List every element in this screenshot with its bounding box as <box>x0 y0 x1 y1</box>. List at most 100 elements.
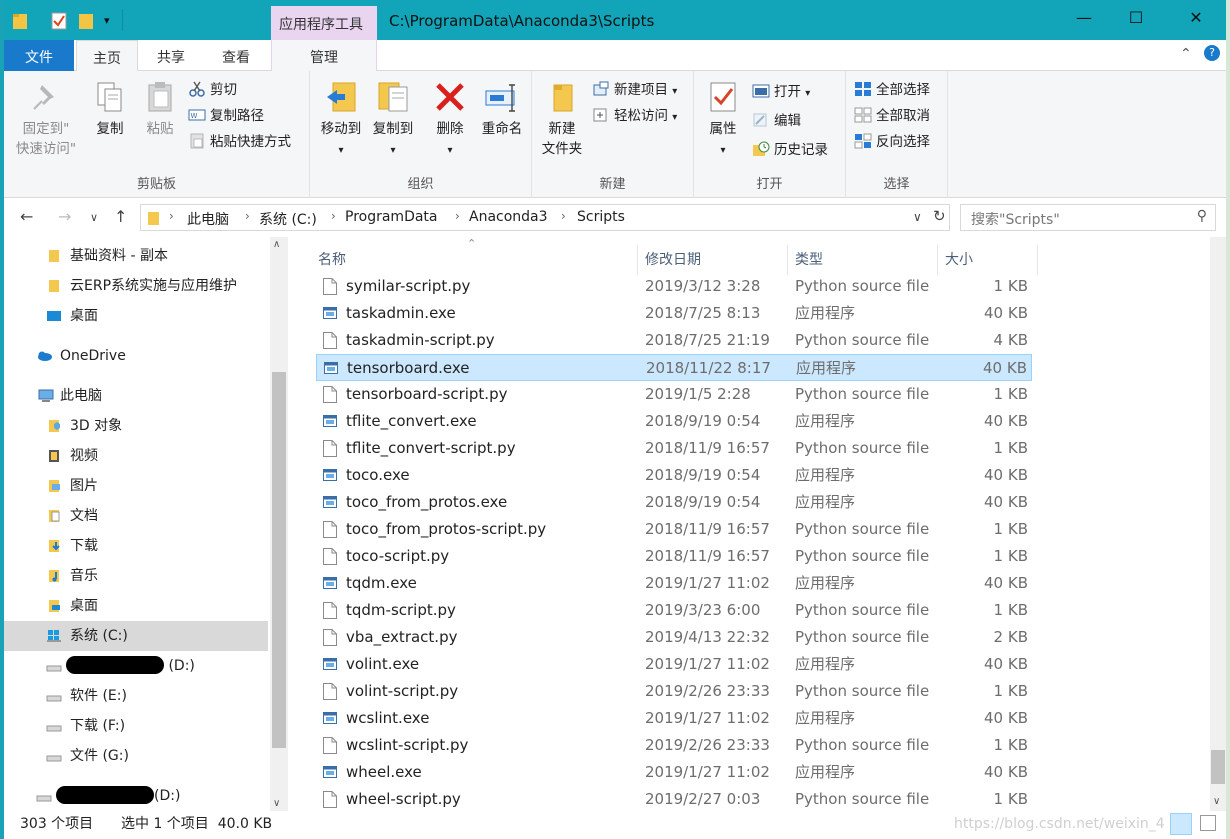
column-divider[interactable] <box>787 245 788 275</box>
nav-item-drive-e[interactable]: 软件 (E:) <box>4 681 268 711</box>
nav-item-desktop-quick[interactable]: 桌面 <box>4 301 268 331</box>
tab-view[interactable]: 查看 <box>206 40 266 71</box>
large-icons-view-icon[interactable] <box>1200 815 1216 831</box>
maximize-button[interactable]: ☐ <box>1116 8 1156 27</box>
search-input[interactable]: 搜索"Scripts" ⚲ <box>960 204 1216 231</box>
paste-shortcut-button[interactable]: 粘贴快捷方式 <box>188 131 291 153</box>
nav-item-drive-f[interactable]: 下载 (F:) <box>4 711 268 741</box>
cut-button[interactable]: 剪切 <box>188 79 237 101</box>
table-row[interactable]: taskadmin.exe 2018/7/25 8:13 应用程序 40 KB <box>316 300 1032 327</box>
nav-item-music[interactable]: 音乐 <box>4 561 268 591</box>
column-header-name[interactable]: 名称 <box>318 245 634 275</box>
column-header-date[interactable]: 修改日期 <box>645 245 785 275</box>
column-divider[interactable] <box>1037 245 1038 275</box>
nav-item-desktop[interactable]: 桌面 <box>4 591 268 621</box>
breadcrumb-this-pc[interactable]: 此电脑 <box>187 209 229 229</box>
paste-button[interactable]: 粘贴 <box>138 77 182 139</box>
copy-to-button[interactable]: 复制到 ▾ <box>368 77 418 161</box>
open-button[interactable]: 打开 ▾ <box>752 81 810 103</box>
breadcrumb-programdata[interactable]: ProgramData <box>345 209 438 225</box>
table-row[interactable]: tensorboard-script.py 2019/1/5 2:28 Python… <box>316 381 1032 408</box>
select-all-button[interactable]: 全部选择 <box>854 79 930 101</box>
nav-item-this-pc[interactable]: 此电脑 <box>4 381 268 411</box>
column-divider[interactable] <box>937 245 938 275</box>
details-view-icon[interactable] <box>1170 813 1192 835</box>
close-button[interactable]: ✕ <box>1176 8 1216 27</box>
breadcrumb-system-c[interactable]: 系统 (C:) <box>259 209 317 229</box>
back-arrow-icon[interactable]: ← <box>20 207 33 226</box>
nav-item-cloud-erp[interactable]: 云ERP系统实施与应用维护 <box>4 271 268 301</box>
column-header-type[interactable]: 类型 <box>795 245 935 275</box>
select-none-button[interactable]: 全部取消 <box>854 105 930 127</box>
table-row[interactable]: tqdm-script.py 2019/3/23 6:00 Python sourc… <box>316 597 1032 624</box>
easy-access-button[interactable]: 轻松访问 ▾ <box>592 105 677 127</box>
collapse-ribbon-icon[interactable]: ⌃ <box>1180 46 1192 62</box>
table-row[interactable]: wcslint.exe 2019/1/27 11:02 应用程序 40 KB <box>316 705 1032 732</box>
folder-icon[interactable] <box>12 10 30 32</box>
forward-arrow-icon[interactable]: → <box>58 207 71 226</box>
table-row[interactable]: toco-script.py 2018/11/9 16:57 Python sour… <box>316 543 1032 570</box>
new-item-button[interactable]: 新建项目 ▾ <box>592 79 677 101</box>
column-header-size[interactable]: 大小 <box>945 245 1035 275</box>
scroll-down-icon[interactable]: ∨ <box>1213 796 1220 807</box>
file-list-scrollbar[interactable]: ∨ <box>1210 237 1226 811</box>
nav-item-pictures[interactable]: 图片 <box>4 471 268 501</box>
table-row[interactable]: tflite_convert-script.py 2018/11/9 16:57 P… <box>316 435 1032 462</box>
column-divider[interactable] <box>637 245 638 275</box>
nav-item-drive-g[interactable]: 文件 (G:) <box>4 741 268 771</box>
address-dropdown-icon[interactable]: ∨ <box>913 210 922 224</box>
up-arrow-icon[interactable]: ↑ <box>114 207 127 226</box>
edit-button[interactable]: 编辑 <box>752 110 801 132</box>
rename-button[interactable]: 重命名 <box>476 77 528 139</box>
nav-item-base-data-copy[interactable]: 基础资料 - 副本 <box>4 241 268 271</box>
nav-item-system-c[interactable]: 系统 (C:) <box>4 621 268 651</box>
table-row[interactable]: taskadmin-script.py 2018/7/25 21:19 Python… <box>316 327 1032 354</box>
nav-item-documents[interactable]: 文档 <box>4 501 268 531</box>
nav-item-drive-d-2[interactable]: (D:) <box>4 781 268 811</box>
history-button[interactable]: 历史记录 <box>752 139 828 161</box>
table-row[interactable]: wheel-script.py 2019/2/27 0:03 Python sour… <box>316 786 1032 811</box>
table-row[interactable]: tensorboard.exe 2018/11/22 8:17 应用程序 40 KB <box>316 354 1032 381</box>
table-row[interactable]: volint.exe 2019/1/27 11:02 应用程序 40 KB <box>316 651 1032 678</box>
move-to-button[interactable]: 移动到 ▾ <box>316 77 366 161</box>
new-folder-icon[interactable] <box>78 10 96 32</box>
help-icon[interactable]: ? <box>1204 45 1220 61</box>
scroll-up-icon[interactable]: ∧ <box>273 239 280 250</box>
scroll-down-icon[interactable]: ∨ <box>273 798 280 809</box>
file-list-scroll-thumb[interactable] <box>1211 750 1225 784</box>
tab-home[interactable]: 主页 <box>76 40 138 72</box>
table-row[interactable]: wheel.exe 2019/1/27 11:02 应用程序 40 KB <box>316 759 1032 786</box>
properties-check-icon[interactable] <box>50 10 68 32</box>
address-bar[interactable]: › 此电脑 › 系统 (C:) › ProgramData › Anaconda… <box>140 204 950 231</box>
nav-item-downloads[interactable]: 下载 <box>4 531 268 561</box>
breadcrumb-anaconda3[interactable]: Anaconda3 <box>469 209 548 225</box>
table-row[interactable]: toco_from_protos.exe 2018/9/19 0:54 应用程序 40… <box>316 489 1032 516</box>
nav-pane-scroll-thumb[interactable] <box>272 372 286 748</box>
table-row[interactable]: toco_from_protos-script.py 2018/11/9 16:5… <box>316 516 1032 543</box>
table-row[interactable]: vba_extract.py 2019/4/13 22:32 Python sour… <box>316 624 1032 651</box>
pin-quick-access-button[interactable]: 固定到" 快速访问" <box>10 77 82 159</box>
nav-item-3d-objects[interactable]: 3D 对象 <box>4 411 268 441</box>
nav-item-onedrive[interactable]: OneDrive <box>4 341 268 371</box>
copy-path-button[interactable]: W 复制路径 <box>188 105 264 127</box>
breadcrumb-scripts[interactable]: Scripts <box>577 209 625 225</box>
tab-share[interactable]: 共享 <box>142 40 200 71</box>
table-row[interactable]: symilar-script.py 2019/3/12 3:28 Python so… <box>316 273 1032 300</box>
nav-item-videos[interactable]: 视频 <box>4 441 268 471</box>
table-row[interactable]: volint-script.py 2019/2/26 23:33 Python so… <box>316 678 1032 705</box>
properties-button[interactable]: 属性 ▾ <box>700 77 746 161</box>
recent-dropdown-icon[interactable]: ∨ <box>90 211 98 224</box>
tab-manage[interactable]: 管理 <box>271 40 377 71</box>
new-folder-button[interactable]: 新建 文件夹 <box>536 77 588 159</box>
table-row[interactable]: tqdm.exe 2019/1/27 11:02 应用程序 40 KB <box>316 570 1032 597</box>
table-row[interactable]: toco.exe 2018/9/19 0:54 应用程序 40 KB <box>316 462 1032 489</box>
delete-button[interactable]: 删除 ▾ <box>428 77 472 161</box>
invert-selection-button[interactable]: 反向选择 <box>854 131 930 153</box>
nav-item-drive-d[interactable]: (D:) <box>4 651 268 681</box>
tab-file[interactable]: 文件 <box>4 40 74 71</box>
refresh-icon[interactable]: ↻ <box>933 207 946 225</box>
customize-dropdown-icon[interactable]: ▾ <box>104 14 110 36</box>
copy-button[interactable]: 复制 <box>88 77 132 139</box>
minimize-button[interactable]: — <box>1064 8 1104 27</box>
table-row[interactable]: tflite_convert.exe 2018/9/19 0:54 应用程序 40 K… <box>316 408 1032 435</box>
